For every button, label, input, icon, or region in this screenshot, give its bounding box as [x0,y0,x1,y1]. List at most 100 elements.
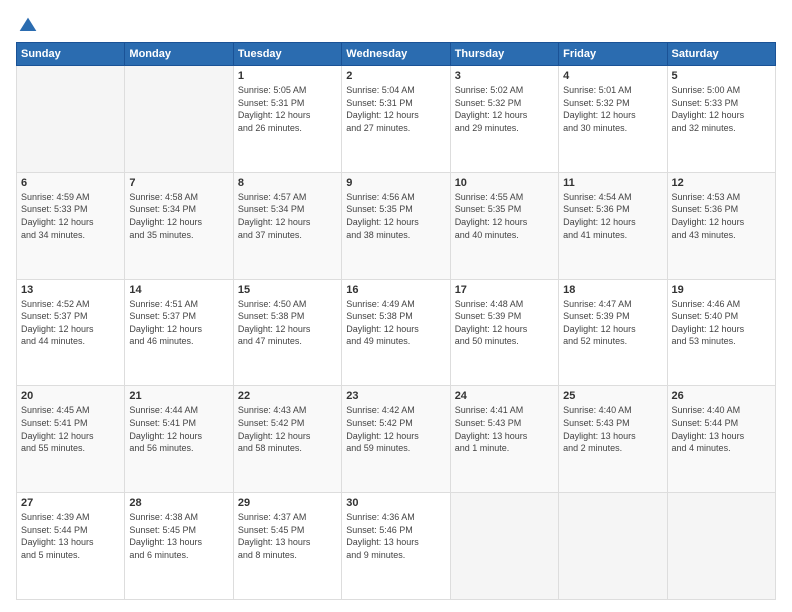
day-info: Sunrise: 4:49 AM Sunset: 5:38 PM Dayligh… [346,298,445,348]
day-number: 16 [346,284,445,296]
calendar-cell: 22 Sunrise: 4:43 AM Sunset: 5:42 PM Dayli… [233,386,341,493]
logo [16,16,38,32]
day-info: Sunrise: 4:41 AM Sunset: 5:43 PM Dayligh… [455,404,554,454]
day-info: Sunrise: 4:59 AM Sunset: 5:33 PM Dayligh… [21,191,120,241]
day-number: 5 [672,70,771,82]
calendar-cell: 9 Sunrise: 4:56 AM Sunset: 5:35 PM Daylig… [342,172,450,279]
day-info: Sunrise: 4:56 AM Sunset: 5:35 PM Dayligh… [346,191,445,241]
calendar-cell: 21 Sunrise: 4:44 AM Sunset: 5:41 PM Dayli… [125,386,233,493]
calendar-cell: 2Sunrise: 5:04 AM Sunset: 5:31 PM Daylig… [342,66,450,173]
day-info: Sunrise: 4:44 AM Sunset: 5:41 PM Dayligh… [129,404,228,454]
day-number: 22 [238,390,337,402]
day-number: 12 [672,177,771,189]
day-header-wednesday: Wednesday [342,43,450,66]
calendar-cell: 20Sunrise: 4:45 AM Sunset: 5:41 PM Dayli… [17,386,125,493]
day-number: 14 [129,284,228,296]
day-info: Sunrise: 5:01 AM Sunset: 5:32 PM Dayligh… [563,84,662,134]
day-info: Sunrise: 4:54 AM Sunset: 5:36 PM Dayligh… [563,191,662,241]
calendar-cell: 7 Sunrise: 4:58 AM Sunset: 5:34 PM Daylig… [125,172,233,279]
day-info: Sunrise: 4:57 AM Sunset: 5:34 PM Dayligh… [238,191,337,241]
day-info: Sunrise: 4:55 AM Sunset: 5:35 PM Dayligh… [455,191,554,241]
calendar-cell: 11 Sunrise: 4:54 AM Sunset: 5:36 PM Dayli… [559,172,667,279]
day-info: Sunrise: 4:47 AM Sunset: 5:39 PM Dayligh… [563,298,662,348]
calendar-cell [559,493,667,600]
day-info: Sunrise: 4:52 AM Sunset: 5:37 PM Dayligh… [21,298,120,348]
day-number: 23 [346,390,445,402]
calendar-cell: 13 Sunrise: 4:52 AM Sunset: 5:37 PM Dayli… [17,279,125,386]
day-number: 28 [129,497,228,509]
day-number: 7 [129,177,228,189]
day-number: 30 [346,497,445,509]
day-info: Sunrise: 4:38 AM Sunset: 5:45 PM Dayligh… [129,511,228,561]
logo-icon [18,16,38,36]
calendar-cell: 15 Sunrise: 4:50 AM Sunset: 5:38 PM Dayli… [233,279,341,386]
day-info: Sunrise: 4:58 AM Sunset: 5:34 PM Dayligh… [129,191,228,241]
calendar-cell: 8 Sunrise: 4:57 AM Sunset: 5:34 PM Daylig… [233,172,341,279]
day-info: Sunrise: 4:43 AM Sunset: 5:42 PM Dayligh… [238,404,337,454]
day-info: Sunrise: 4:42 AM Sunset: 5:42 PM Dayligh… [346,404,445,454]
day-header-sunday: Sunday [17,43,125,66]
day-info: Sunrise: 4:36 AM Sunset: 5:46 PM Dayligh… [346,511,445,561]
day-number: 13 [21,284,120,296]
calendar-cell: 12 Sunrise: 4:53 AM Sunset: 5:36 PM Dayli… [667,172,775,279]
page: SundayMondayTuesdayWednesdayThursdayFrid… [0,0,792,612]
day-header-saturday: Saturday [667,43,775,66]
day-info: Sunrise: 4:48 AM Sunset: 5:39 PM Dayligh… [455,298,554,348]
calendar-cell: 3 Sunrise: 5:02 AM Sunset: 5:32 PM Daylig… [450,66,558,173]
calendar-cell [450,493,558,600]
calendar-cell: 16 Sunrise: 4:49 AM Sunset: 5:38 PM Dayli… [342,279,450,386]
day-number: 18 [563,284,662,296]
day-info: Sunrise: 4:40 AM Sunset: 5:43 PM Dayligh… [563,404,662,454]
day-number: 9 [346,177,445,189]
calendar-cell: 17 Sunrise: 4:48 AM Sunset: 5:39 PM Dayli… [450,279,558,386]
calendar-cell [667,493,775,600]
calendar-cell: 24 Sunrise: 4:41 AM Sunset: 5:43 PM Dayli… [450,386,558,493]
calendar-cell: 14 Sunrise: 4:51 AM Sunset: 5:37 PM Dayli… [125,279,233,386]
day-info: Sunrise: 4:37 AM Sunset: 5:45 PM Dayligh… [238,511,337,561]
calendar-cell: 1Sunrise: 5:05 AM Sunset: 5:31 PM Daylig… [233,66,341,173]
day-info: Sunrise: 4:51 AM Sunset: 5:37 PM Dayligh… [129,298,228,348]
day-number: 27 [21,497,120,509]
day-number: 21 [129,390,228,402]
calendar-cell: 18 Sunrise: 4:47 AM Sunset: 5:39 PM Dayli… [559,279,667,386]
day-number: 4 [563,70,662,82]
calendar-cell [17,66,125,173]
day-number: 26 [672,390,771,402]
calendar-cell [125,66,233,173]
day-number: 20 [21,390,120,402]
calendar-cell: 6 Sunrise: 4:59 AM Sunset: 5:33 PM Daylig… [17,172,125,279]
calendar-cell: 28 Sunrise: 4:38 AM Sunset: 5:45 PM Dayli… [125,493,233,600]
day-number: 29 [238,497,337,509]
day-header-thursday: Thursday [450,43,558,66]
day-info: Sunrise: 4:46 AM Sunset: 5:40 PM Dayligh… [672,298,771,348]
calendar-table: SundayMondayTuesdayWednesdayThursdayFrid… [16,42,776,600]
day-number: 2 [346,70,445,82]
calendar-cell: 19 Sunrise: 4:46 AM Sunset: 5:40 PM Dayli… [667,279,775,386]
day-number: 19 [672,284,771,296]
day-header-monday: Monday [125,43,233,66]
day-number: 24 [455,390,554,402]
day-number: 11 [563,177,662,189]
calendar-cell: 23 Sunrise: 4:42 AM Sunset: 5:42 PM Dayli… [342,386,450,493]
day-number: 6 [21,177,120,189]
day-number: 8 [238,177,337,189]
calendar-cell: 26Sunrise: 4:40 AM Sunset: 5:44 PM Dayli… [667,386,775,493]
day-number: 25 [563,390,662,402]
day-info: Sunrise: 5:02 AM Sunset: 5:32 PM Dayligh… [455,84,554,134]
day-info: Sunrise: 4:53 AM Sunset: 5:36 PM Dayligh… [672,191,771,241]
day-info: Sunrise: 5:05 AM Sunset: 5:31 PM Dayligh… [238,84,337,134]
calendar-cell: 30 Sunrise: 4:36 AM Sunset: 5:46 PM Dayli… [342,493,450,600]
day-number: 3 [455,70,554,82]
day-header-friday: Friday [559,43,667,66]
header [16,16,776,32]
day-number: 17 [455,284,554,296]
calendar-cell: 4 Sunrise: 5:01 AM Sunset: 5:32 PM Daylig… [559,66,667,173]
day-info: Sunrise: 4:39 AM Sunset: 5:44 PM Dayligh… [21,511,120,561]
day-number: 15 [238,284,337,296]
day-info: Sunrise: 4:50 AM Sunset: 5:38 PM Dayligh… [238,298,337,348]
calendar-cell: 5 Sunrise: 5:00 AM Sunset: 5:33 PM Daylig… [667,66,775,173]
day-info: Sunrise: 5:00 AM Sunset: 5:33 PM Dayligh… [672,84,771,134]
calendar-cell: 29 Sunrise: 4:37 AM Sunset: 5:45 PM Dayli… [233,493,341,600]
day-header-tuesday: Tuesday [233,43,341,66]
calendar-cell: 25 Sunrise: 4:40 AM Sunset: 5:43 PM Dayli… [559,386,667,493]
